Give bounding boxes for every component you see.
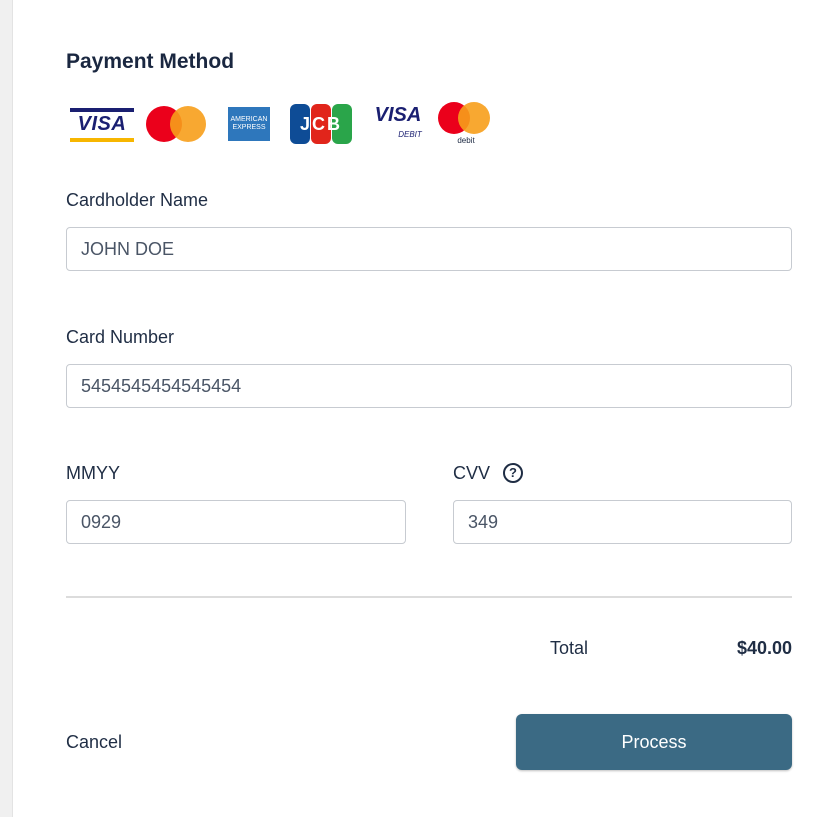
- mastercard-debit-logo: debit: [438, 100, 498, 148]
- visa-logo: VISA: [70, 108, 134, 142]
- jcb-logo: JCB: [290, 104, 352, 144]
- jcb-logo-text: JCB: [299, 114, 342, 134]
- visa-debit-logo: VISA DEBIT: [368, 104, 428, 146]
- left-border: [0, 0, 13, 817]
- accepted-cards: VISA AMERICAN EXPRESS JCB VISA DEBIT deb…: [66, 100, 526, 150]
- cancel-link[interactable]: Cancel: [66, 732, 122, 753]
- expiry-input[interactable]: [66, 500, 406, 544]
- total-label: Total: [550, 638, 589, 658]
- visa-logo-text: VISA: [77, 113, 127, 135]
- cardholder-name-input[interactable]: [66, 227, 792, 271]
- process-button[interactable]: Process: [516, 714, 792, 770]
- divider: [66, 596, 792, 598]
- total-amount: $40.00: [736, 638, 792, 658]
- mastercard-debit-logo-sub: debit: [457, 136, 475, 145]
- mastercard-logo: [146, 106, 206, 142]
- expiry-label: MMYY: [66, 463, 120, 483]
- payment-page: Payment Method VISA AMERICAN EXPRESS JCB…: [0, 0, 827, 817]
- cardholder-name-label: Cardholder Name: [66, 190, 209, 210]
- amex-logo: AMERICAN EXPRESS: [228, 107, 270, 141]
- card-number-input[interactable]: [66, 364, 792, 408]
- cvv-label: CVV: [453, 463, 491, 483]
- help-icon[interactable]: ?: [503, 463, 523, 483]
- cvv-input[interactable]: [453, 500, 792, 544]
- visa-debit-logo-text: VISA: [374, 104, 422, 126]
- card-number-label: Card Number: [66, 327, 175, 347]
- amex-logo-text: AMERICAN EXPRESS: [230, 116, 268, 131]
- page-title: Payment Method: [66, 50, 235, 73]
- visa-debit-logo-sub: DEBIT: [398, 130, 422, 139]
